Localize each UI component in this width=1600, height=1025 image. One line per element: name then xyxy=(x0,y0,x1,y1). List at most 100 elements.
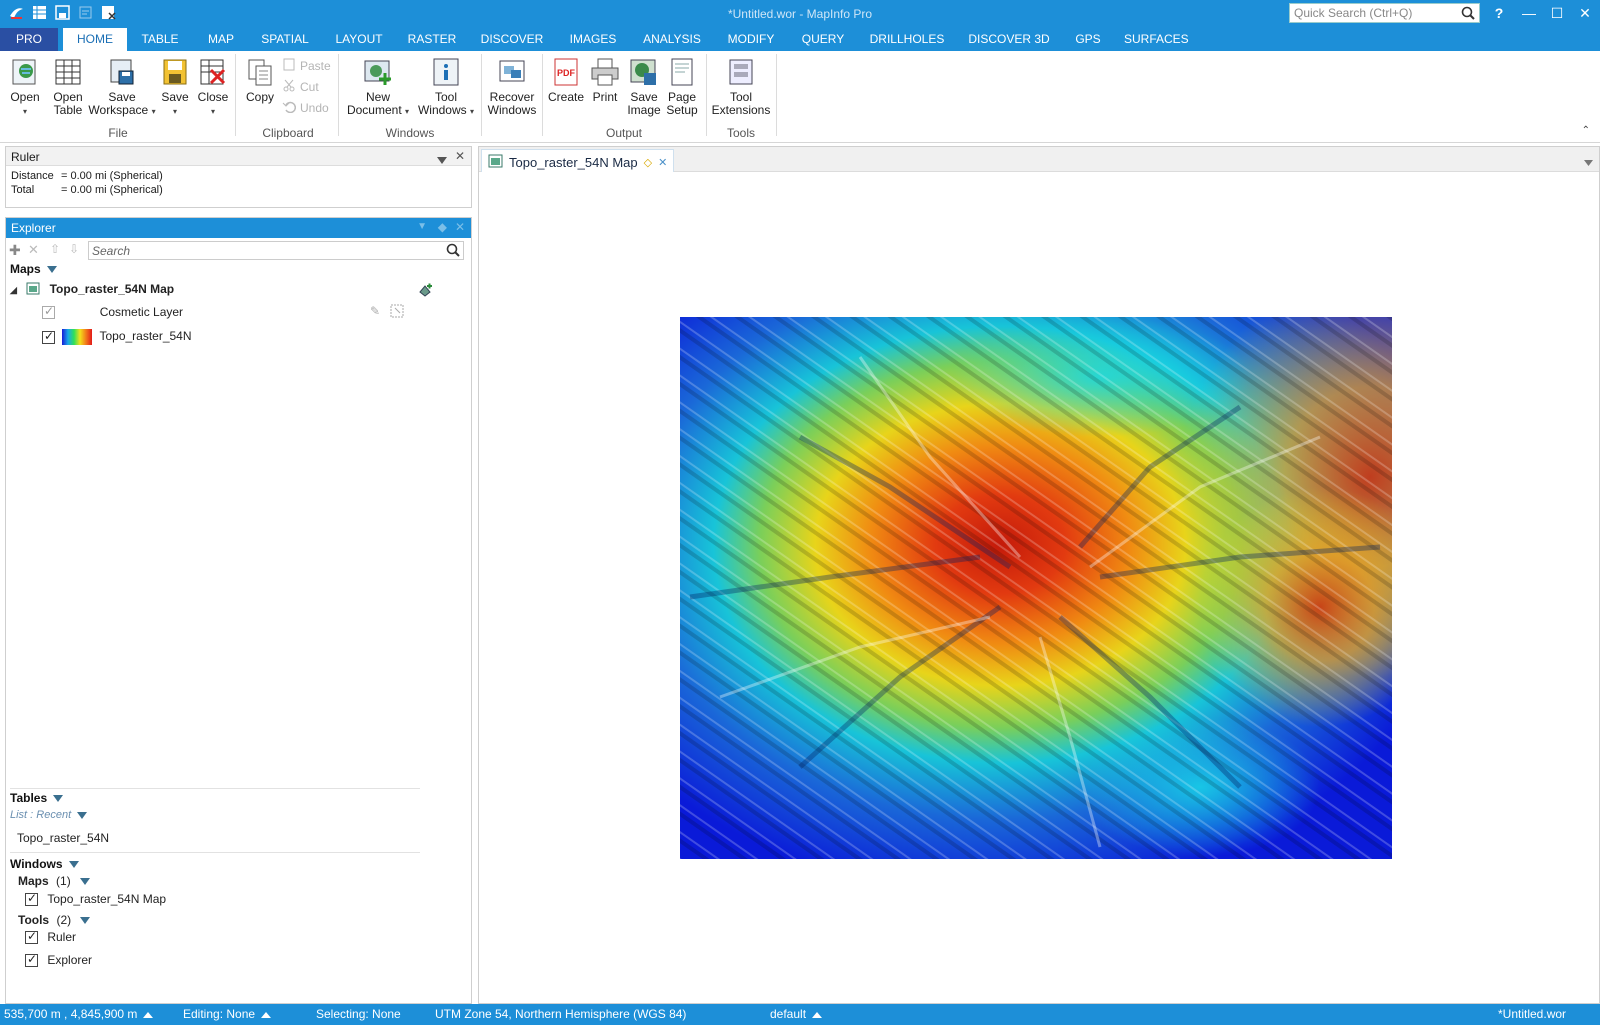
quick-search-input[interactable]: Quick Search (Ctrl+Q) xyxy=(1289,3,1480,23)
layer-row[interactable]: Topo_raster_54N xyxy=(42,329,192,345)
tab-pro[interactable]: PRO xyxy=(0,28,58,51)
ruler-panel: Ruler ✕ Distance = 0.00 mi (Spherical) To… xyxy=(5,146,472,208)
remove-icon[interactable]: ✕ xyxy=(28,242,39,258)
explorer-search-input[interactable]: Search xyxy=(88,241,464,260)
maximize-button[interactable]: ☐ xyxy=(1546,4,1568,22)
cursor-coordinates[interactable]: 535,700 m , 4,845,900 m xyxy=(4,1007,154,1021)
expand-icon[interactable] xyxy=(80,878,91,886)
window-list-item[interactable]: Ruler xyxy=(25,929,76,945)
dropdown-icon[interactable] xyxy=(77,811,88,819)
editing-text: Editing: None xyxy=(183,1007,256,1021)
layer-row[interactable]: Cosmetic Layer xyxy=(42,304,183,320)
new-document-label-2: Document xyxy=(346,103,402,117)
expand-icon[interactable] xyxy=(68,861,79,869)
close-button[interactable]: Close ▾ xyxy=(196,55,230,118)
tools-group[interactable]: Tools (2) xyxy=(18,913,91,927)
tab-surfaces[interactable]: SURFACES xyxy=(1124,28,1189,51)
layer-control-icon[interactable] xyxy=(417,282,433,301)
expand-icon[interactable] xyxy=(46,266,57,274)
expand-up-icon[interactable] xyxy=(143,1011,154,1018)
close-icon[interactable]: ✕ xyxy=(455,220,465,234)
move-up-icon[interactable]: ⇧ xyxy=(50,242,60,256)
page-setup-button[interactable]: Page Setup xyxy=(664,55,700,117)
window-list-item[interactable]: Explorer xyxy=(25,952,92,968)
tab-table[interactable]: TABLE xyxy=(136,28,184,51)
save-button[interactable]: Save ▾ xyxy=(158,55,192,118)
map-tree-node[interactable]: ◢ Topo_raster_54N Map xyxy=(10,282,174,298)
expand-icon[interactable] xyxy=(80,917,91,925)
tab-discover[interactable]: DISCOVER xyxy=(478,28,546,51)
search-icon[interactable] xyxy=(446,243,460,260)
cut-button[interactable]: Cut xyxy=(282,78,319,95)
expand-up-icon[interactable] xyxy=(261,1011,272,1018)
close-window-button[interactable]: ✕ xyxy=(1574,4,1596,22)
tab-gps[interactable]: GPS xyxy=(1070,28,1106,51)
collapse-icon[interactable]: ◢ xyxy=(10,285,17,295)
distance-label: Distance xyxy=(11,170,54,182)
close-tab-icon[interactable]: ✕ xyxy=(658,156,667,169)
window-list-item[interactable]: Topo_raster_54N Map xyxy=(25,891,166,907)
paste-button[interactable]: Paste xyxy=(282,57,331,74)
layer-visibility-checkbox[interactable] xyxy=(42,329,55,344)
window-visibility-checkbox[interactable] xyxy=(25,929,38,945)
panel-options-icon[interactable] xyxy=(437,153,447,167)
tool-extensions-button[interactable]: Tool Extensions xyxy=(710,55,772,117)
selecting-status[interactable]: Selecting: None xyxy=(316,1007,401,1021)
page-setup-icon xyxy=(667,57,697,87)
open-button[interactable]: Open ▾ xyxy=(6,55,44,118)
tab-discover-3d[interactable]: DISCOVER 3D xyxy=(966,28,1052,51)
maps-heading[interactable]: Maps xyxy=(10,262,57,276)
topo-raster-map[interactable] xyxy=(680,317,1392,859)
expand-up-icon[interactable] xyxy=(812,1011,823,1018)
projection-status[interactable]: UTM Zone 54, Northern Hemisphere (WGS 84… xyxy=(435,1007,686,1021)
panel-options-icon[interactable]: ▼ xyxy=(417,221,427,232)
paste-label: Paste xyxy=(300,58,331,73)
style-status[interactable]: default xyxy=(770,1007,823,1021)
tab-analysis[interactable]: ANALYSIS xyxy=(640,28,704,51)
add-icon[interactable]: ✚ xyxy=(9,242,21,259)
window-visibility-checkbox[interactable] xyxy=(25,952,38,968)
document-tab[interactable]: Topo_raster_54N Map ◇ ✕ xyxy=(481,149,675,172)
page-setup-label-1: Page xyxy=(667,90,697,104)
tab-images[interactable]: IMAGES xyxy=(564,28,622,51)
windows-heading[interactable]: Windows xyxy=(10,857,79,871)
close-icon[interactable]: ✕ xyxy=(455,149,465,163)
tab-home[interactable]: HOME xyxy=(63,28,127,51)
tab-raster[interactable]: RASTER xyxy=(403,28,461,51)
new-document-button[interactable]: New Document ▾ xyxy=(344,55,412,118)
search-icon[interactable] xyxy=(1461,6,1475,23)
recover-windows-button[interactable]: Recover Windows xyxy=(486,55,538,117)
save-workspace-button[interactable]: Save Workspace ▾ xyxy=(88,55,156,118)
tab-query[interactable]: QUERY xyxy=(798,28,848,51)
expand-icon[interactable] xyxy=(53,795,64,803)
collapse-ribbon-icon[interactable]: ⌃ xyxy=(1582,125,1590,136)
undo-button[interactable]: Undo xyxy=(282,99,329,116)
save-image-label-1: Save xyxy=(630,90,658,104)
maps-group[interactable]: Maps (1) xyxy=(18,874,91,888)
pin-icon[interactable]: ◆ xyxy=(438,220,447,234)
open-table-button[interactable]: Open Table xyxy=(50,55,86,117)
create-pdf-button[interactable]: PDF Create xyxy=(548,55,584,104)
tab-spatial[interactable]: SPATIAL xyxy=(255,28,315,51)
list-filter[interactable]: List : Recent xyxy=(10,809,88,821)
help-button[interactable]: ? xyxy=(1488,4,1510,22)
save-image-button[interactable]: Save Image xyxy=(626,55,662,117)
window-visibility-checkbox[interactable] xyxy=(25,891,38,907)
tables-heading[interactable]: Tables xyxy=(10,791,64,805)
tab-list-dropdown-icon[interactable] xyxy=(1584,155,1593,169)
tab-drillholes[interactable]: DRILLHOLES xyxy=(866,28,948,51)
minimize-button[interactable]: — xyxy=(1518,4,1540,22)
edit-pencil-icon[interactable]: ✎ xyxy=(370,304,380,318)
layer-visibility-checkbox[interactable] xyxy=(42,304,55,320)
selectable-icon[interactable] xyxy=(390,304,404,321)
editing-status[interactable]: Editing: None xyxy=(183,1007,272,1021)
tool-windows-button[interactable]: Tool Windows ▾ xyxy=(416,55,476,118)
print-button[interactable]: Print xyxy=(588,55,622,104)
tab-layout[interactable]: LAYOUT xyxy=(331,28,387,51)
new-document-label-1: New xyxy=(365,90,390,104)
move-down-icon[interactable]: ⇩ xyxy=(69,242,79,256)
copy-button[interactable]: Copy xyxy=(242,55,278,104)
tab-modify[interactable]: MODIFY xyxy=(722,28,780,51)
table-list-item[interactable]: Topo_raster_54N xyxy=(17,831,109,845)
tab-map[interactable]: MAP xyxy=(200,28,242,51)
